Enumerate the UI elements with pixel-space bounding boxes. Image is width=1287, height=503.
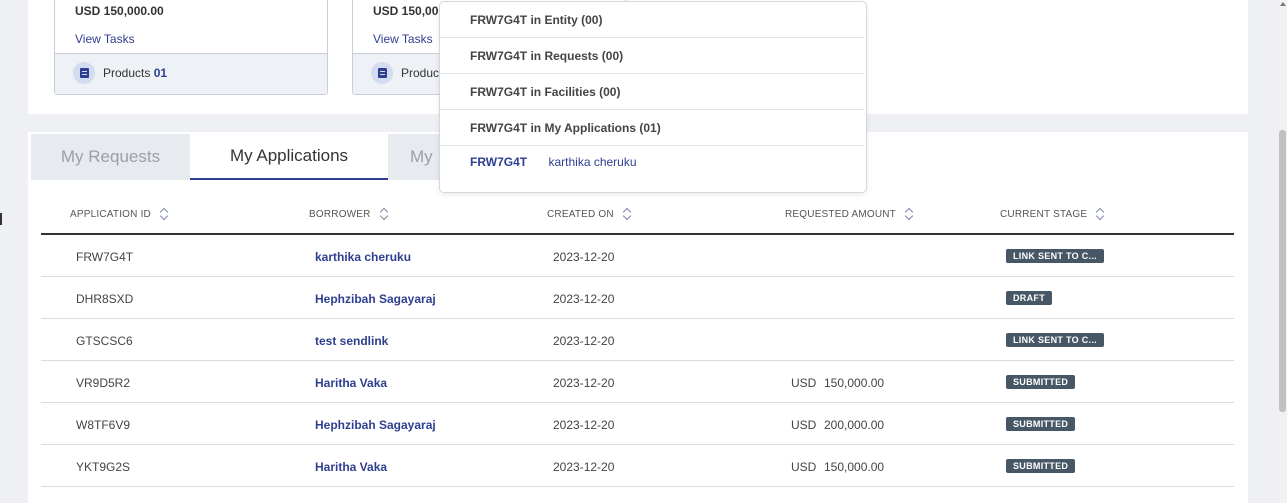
cell-created-on: 2023-12-20 (553, 292, 615, 306)
cell-application-id: FRW7G4T (76, 250, 134, 264)
card-footer: Products 01 (55, 53, 327, 94)
cell-borrower-link[interactable]: Haritha Vaka (315, 460, 387, 474)
header-current-stage[interactable]: CURRENT STAGE (1000, 208, 1104, 220)
products-count: 01 (153, 66, 168, 80)
table-row[interactable]: YKT9G2S Haritha Vaka 2023-12-20 USD 150,… (41, 445, 1234, 487)
sort-icon[interactable] (380, 208, 388, 220)
cell-created-on: 2023-12-20 (553, 418, 615, 432)
scroll-up-arrow-icon[interactable] (1280, 2, 1286, 6)
sort-icon[interactable] (623, 208, 631, 220)
sort-icon[interactable] (160, 208, 168, 220)
cell-currency: USD (791, 376, 817, 390)
search-results-dropdown: FRW7G4T in Entity (00) FRW7G4T in Reques… (439, 1, 867, 193)
cell-currency: USD (791, 418, 817, 432)
cell-created-on: 2023-12-20 (553, 250, 615, 264)
search-result-requests[interactable]: FRW7G4T in Requests (00) (440, 38, 864, 74)
cell-borrower-link[interactable]: Haritha Vaka (315, 376, 387, 390)
table-row[interactable]: DHR8SXD Hephzibah Sagayaraj 2023-12-20 D… (41, 277, 1234, 319)
document-icon (371, 62, 393, 84)
search-result-facilities[interactable]: FRW7G4T in Facilities (00) (440, 74, 864, 110)
search-result-application[interactable]: FRW7G4T karthika cheruku (470, 155, 637, 169)
cell-borrower-link[interactable]: karthika cheruku (315, 250, 411, 264)
table-row[interactable]: W8TF6V9 Hephzibah Sagayaraj 2023-12-20 U… (41, 403, 1234, 445)
result-application-id: FRW7G4T (470, 155, 528, 169)
result-borrower-name: karthika cheruku (548, 155, 637, 169)
cell-application-id: YKT9G2S (76, 460, 131, 474)
sort-icon[interactable] (905, 208, 913, 220)
products-label: Produc (401, 66, 440, 80)
cell-amount: 150,000.00 (824, 460, 885, 474)
products-label: Products 01 (103, 66, 168, 80)
scrollbar-thumb[interactable] (1279, 130, 1286, 412)
card-amount: USD 150,000.00 (75, 4, 164, 18)
tab-my-requests[interactable]: My Requests (31, 134, 190, 180)
status-badge: SUBMITTED (1006, 459, 1076, 473)
tab-my-applications[interactable]: My Applications (190, 134, 388, 180)
table-row[interactable]: GTSCSC6 test sendlink 2023-12-20 LINK SE… (41, 319, 1234, 361)
cell-application-id: W8TF6V9 (76, 418, 131, 432)
summary-card: USD 150,000.00 View Tasks Products 01 (54, 0, 328, 95)
cell-currency: USD (791, 460, 817, 474)
table-row[interactable]: VR9D5R2 Haritha Vaka 2023-12-20 USD 150,… (41, 361, 1234, 403)
search-result-my-applications[interactable]: FRW7G4T in My Applications (01) (440, 110, 864, 146)
status-badge: LINK SENT TO C... (1006, 249, 1104, 263)
header-application-id[interactable]: APPLICATION ID (70, 208, 168, 220)
cell-application-id: VR9D5R2 (76, 376, 131, 390)
status-badge: DRAFT (1006, 291, 1052, 305)
cell-created-on: 2023-12-20 (553, 376, 615, 390)
status-badge: SUBMITTED (1006, 417, 1076, 431)
table-row[interactable]: FRW7G4T karthika cheruku 2023-12-20 LINK… (41, 235, 1234, 277)
page-scrollbar[interactable] (1278, 0, 1287, 503)
cell-borrower-link[interactable]: Hephzibah Sagayaraj (315, 292, 436, 306)
edge-marker (0, 213, 2, 225)
cell-created-on: 2023-12-20 (553, 460, 615, 474)
header-created-on[interactable]: CREATED ON (547, 208, 631, 220)
document-icon (73, 62, 95, 84)
cell-amount: 150,000.00 (824, 376, 885, 390)
card-amount: USD 150,000 (373, 4, 446, 18)
header-borrower[interactable]: BORROWER (309, 208, 388, 220)
view-tasks-link[interactable]: View Tasks (75, 32, 135, 46)
search-result-entity[interactable]: FRW7G4T in Entity (00) (440, 2, 864, 38)
status-badge: LINK SENT TO C... (1006, 333, 1104, 347)
cell-application-id: DHR8SXD (76, 292, 134, 306)
cell-application-id: GTSCSC6 (76, 334, 133, 348)
cell-borrower-link[interactable]: Hephzibah Sagayaraj (315, 418, 436, 432)
cell-amount: 200,000.00 (824, 418, 885, 432)
header-requested-amount[interactable]: REQUESTED AMOUNT (785, 208, 913, 220)
view-tasks-link[interactable]: View Tasks (373, 32, 433, 46)
status-badge: SUBMITTED (1006, 375, 1076, 389)
cell-created-on: 2023-12-20 (553, 334, 615, 348)
cell-borrower-link[interactable]: test sendlink (315, 334, 388, 348)
sort-icon[interactable] (1096, 208, 1104, 220)
